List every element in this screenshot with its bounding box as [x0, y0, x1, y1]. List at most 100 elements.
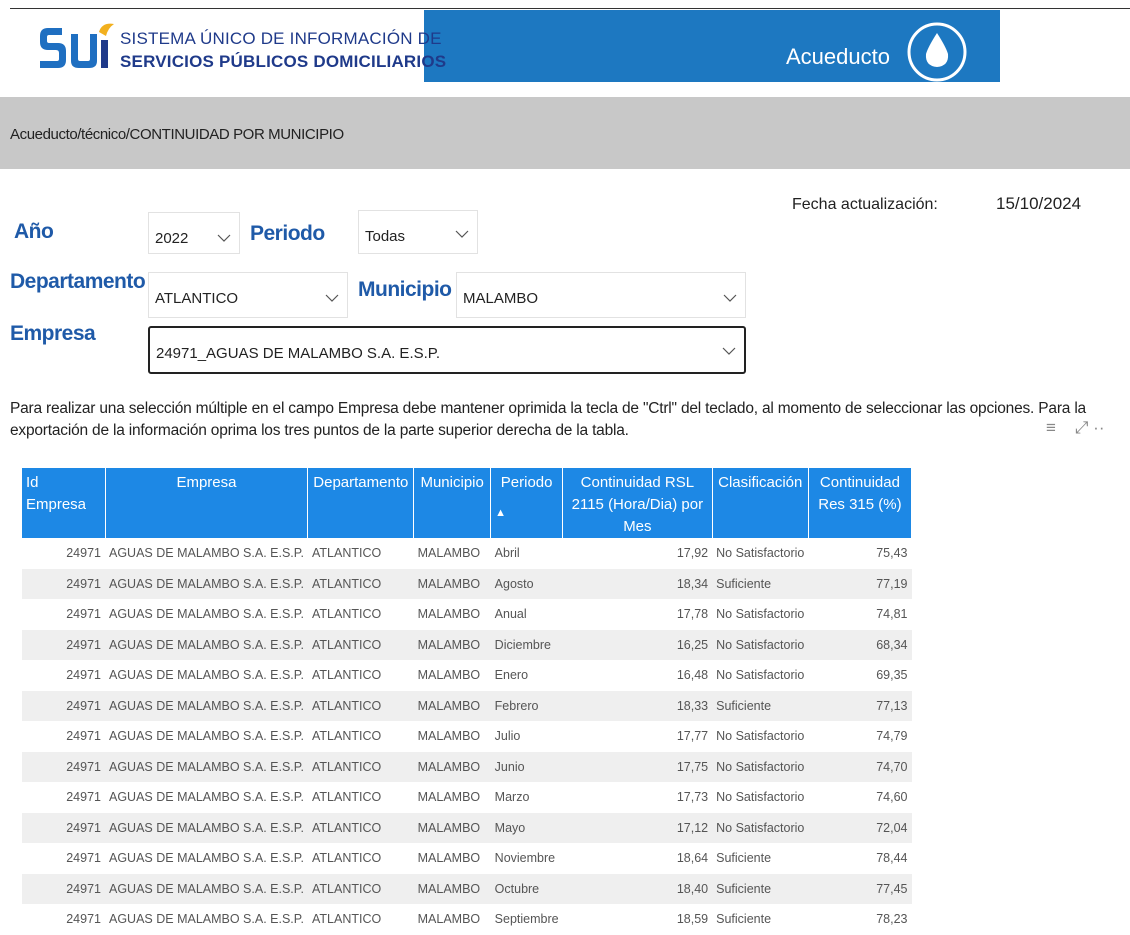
table-row[interactable]: 24971 AGUAS DE MALAMBO S.A. E.S.P. ATLANTI… [22, 812, 912, 843]
table-cell: Suficiente [716, 912, 772, 927]
table-cell: AGUAS DE MALAMBO S.A. E.S.P. [109, 607, 304, 622]
company-select[interactable]: 24971_AGUAS DE MALAMBO S.A. E.S.P. [148, 326, 746, 374]
table-cell: 17,78 [676, 607, 709, 622]
table-cell: 24971 [22, 629, 105, 660]
table-cell: 24971 [66, 668, 101, 683]
table-row[interactable]: 24971 AGUAS DE MALAMBO S.A. E.S.P. ATLANTI… [22, 629, 912, 660]
table-row[interactable]: 24971 AGUAS DE MALAMBO S.A. E.S.P. ATLANTI… [22, 751, 912, 782]
table-cell: 17,12 [562, 812, 713, 843]
column-header[interactable]: Municipio [413, 468, 492, 538]
table-cell: 18,64 [676, 851, 709, 866]
table-row[interactable]: 24971 AGUAS DE MALAMBO S.A. E.S.P. ATLANTI… [22, 782, 912, 813]
table-row[interactable]: 24971 AGUAS DE MALAMBO S.A. E.S.P. ATLANTI… [22, 721, 912, 752]
table-header-row: Id Empresa Empresa Departamento Municipi… [22, 468, 913, 538]
table-cell: ATLANTICO [307, 751, 414, 782]
chevron-down-icon [325, 294, 339, 302]
table-cell: 24971 [66, 546, 101, 561]
table-cell: MALAMBO [417, 607, 481, 622]
table-cell: 24971 [22, 873, 105, 904]
table-cell: AGUAS DE MALAMBO S.A. E.S.P. [109, 790, 304, 805]
table-row[interactable]: 24971 AGUAS DE MALAMBO S.A. E.S.P. ATLANTI… [22, 843, 912, 874]
table-cell: 18,34 [562, 568, 713, 599]
table-cell: Suficiente [716, 851, 772, 866]
column-header[interactable]: Id Empresa [22, 468, 106, 538]
year-select-value: 2022 [155, 230, 189, 247]
update-date-label: Fecha actualización: [792, 196, 938, 213]
column-header-label: Periodo [500, 474, 553, 491]
column-header[interactable]: Departamento [307, 468, 415, 538]
table-cell: ATLANTICO [307, 812, 414, 843]
table-row[interactable]: 24971 AGUAS DE MALAMBO S.A. E.S.P. ATLANTI… [22, 568, 912, 599]
table-row[interactable]: 24971 AGUAS DE MALAMBO S.A. E.S.P. ATLANTI… [22, 660, 912, 691]
table-cell: ATLANTICO [307, 690, 414, 721]
table-cell: 77,19 [808, 568, 912, 599]
table-cell: MALAMBO [413, 568, 491, 599]
column-header[interactable]: Empresa [105, 468, 309, 538]
table-cell: ATLANTICO [311, 729, 382, 744]
table-cell: MALAMBO [417, 729, 481, 744]
table-row[interactable]: 24971 AGUAS DE MALAMBO S.A. E.S.P. ATLANTI… [22, 873, 912, 904]
table-cell: AGUAS DE MALAMBO S.A. E.S.P. [105, 690, 308, 721]
table-cell: AGUAS DE MALAMBO S.A. E.S.P. [105, 629, 308, 660]
table-cell: MALAMBO [413, 812, 491, 843]
table-cell: 72,04 [808, 812, 912, 843]
municipality-select[interactable]: MALAMBO [456, 272, 746, 318]
table-cell: MALAMBO [417, 668, 481, 683]
company-label: Empresa [10, 322, 96, 345]
table-cell: 24971 [66, 851, 101, 866]
department-select[interactable]: ATLANTICO [148, 272, 348, 318]
table-cell: ATLANTICO [307, 629, 414, 660]
table-cell: Anual [494, 607, 527, 622]
table-row[interactable]: 24971 AGUAS DE MALAMBO S.A. E.S.P. ATLANTI… [22, 599, 912, 630]
table-cell: ATLANTICO [311, 790, 382, 805]
table-cell: Enero [494, 668, 529, 683]
focus-mode-icon[interactable]: ⤢ [1075, 418, 1089, 437]
table-cell: 17,73 [676, 790, 709, 805]
sort-ascending-icon: ▲ [495, 507, 507, 519]
table-cell: Suficiente [712, 568, 809, 599]
table-cell: Diciembre [490, 629, 563, 660]
table-cell: ATLANTICO [307, 873, 414, 904]
table-cell: Noviembre [494, 851, 556, 866]
table-cell: 18,40 [562, 873, 713, 904]
table-row[interactable]: 24971 AGUAS DE MALAMBO S.A. E.S.P. ATLANTI… [22, 904, 912, 935]
table-cell: 16,25 [562, 629, 713, 660]
service-title: Acueducto [786, 44, 890, 69]
table-cell: Octubre [490, 873, 563, 904]
more-options-icon[interactable]: ·· [1093, 418, 1104, 437]
breadcrumb: Acueducto/técnico/CONTINUIDAD POR MUNICI… [10, 126, 344, 143]
column-header[interactable]: Continuidad RSL 2115 (Hora/Dia) por Mes [562, 468, 713, 538]
table-cell: Febrero [490, 690, 563, 721]
table-cell: 78,23 [876, 912, 908, 927]
chevron-down-icon [723, 294, 737, 302]
table-cell: No Satisfactorio [712, 812, 809, 843]
table-cell: 69,35 [876, 668, 908, 683]
table-cell: Julio [494, 729, 521, 744]
column-header[interactable]: Continuidad Res 315 (%) [808, 468, 913, 538]
table-cell: AGUAS DE MALAMBO S.A. E.S.P. [109, 546, 304, 561]
logo-title-line1: SISTEMA ÚNICO DE INFORMACIÓN DE [120, 29, 442, 48]
table-cell: 17,77 [676, 729, 709, 744]
column-header-period[interactable]: Periodo ▲ [490, 468, 564, 538]
table-cell: 18,33 [562, 690, 713, 721]
table-row[interactable]: 24971 AGUAS DE MALAMBO S.A. E.S.P. ATLANTI… [22, 538, 912, 569]
update-date-value: 15/10/2024 [996, 194, 1082, 213]
table-row[interactable]: 24971 AGUAS DE MALAMBO S.A. E.S.P. ATLANTI… [22, 690, 912, 721]
period-select[interactable]: Todas [358, 210, 478, 254]
table-cell: No Satisfactorio [712, 751, 809, 782]
column-header[interactable]: Clasificación [712, 468, 809, 538]
municipality-label: Municipio [358, 278, 452, 301]
filter-icon[interactable]: ≡ [1046, 418, 1056, 437]
table-cell: MALAMBO [413, 690, 491, 721]
table-cell: Agosto [490, 568, 563, 599]
table-cell: 74,60 [876, 790, 908, 805]
table-cell: ATLANTICO [311, 607, 382, 622]
table-cell: 74,70 [808, 751, 912, 782]
chevron-down-icon [722, 347, 736, 355]
table-toolbar: ≡ ⤢ ·· [1046, 418, 1105, 438]
table-cell: MALAMBO [413, 751, 491, 782]
chevron-down-icon [455, 230, 469, 238]
table-cell: AGUAS DE MALAMBO S.A. E.S.P. [109, 668, 304, 683]
year-select[interactable]: 2022 [148, 212, 240, 254]
table-cell: 78,44 [876, 851, 908, 866]
